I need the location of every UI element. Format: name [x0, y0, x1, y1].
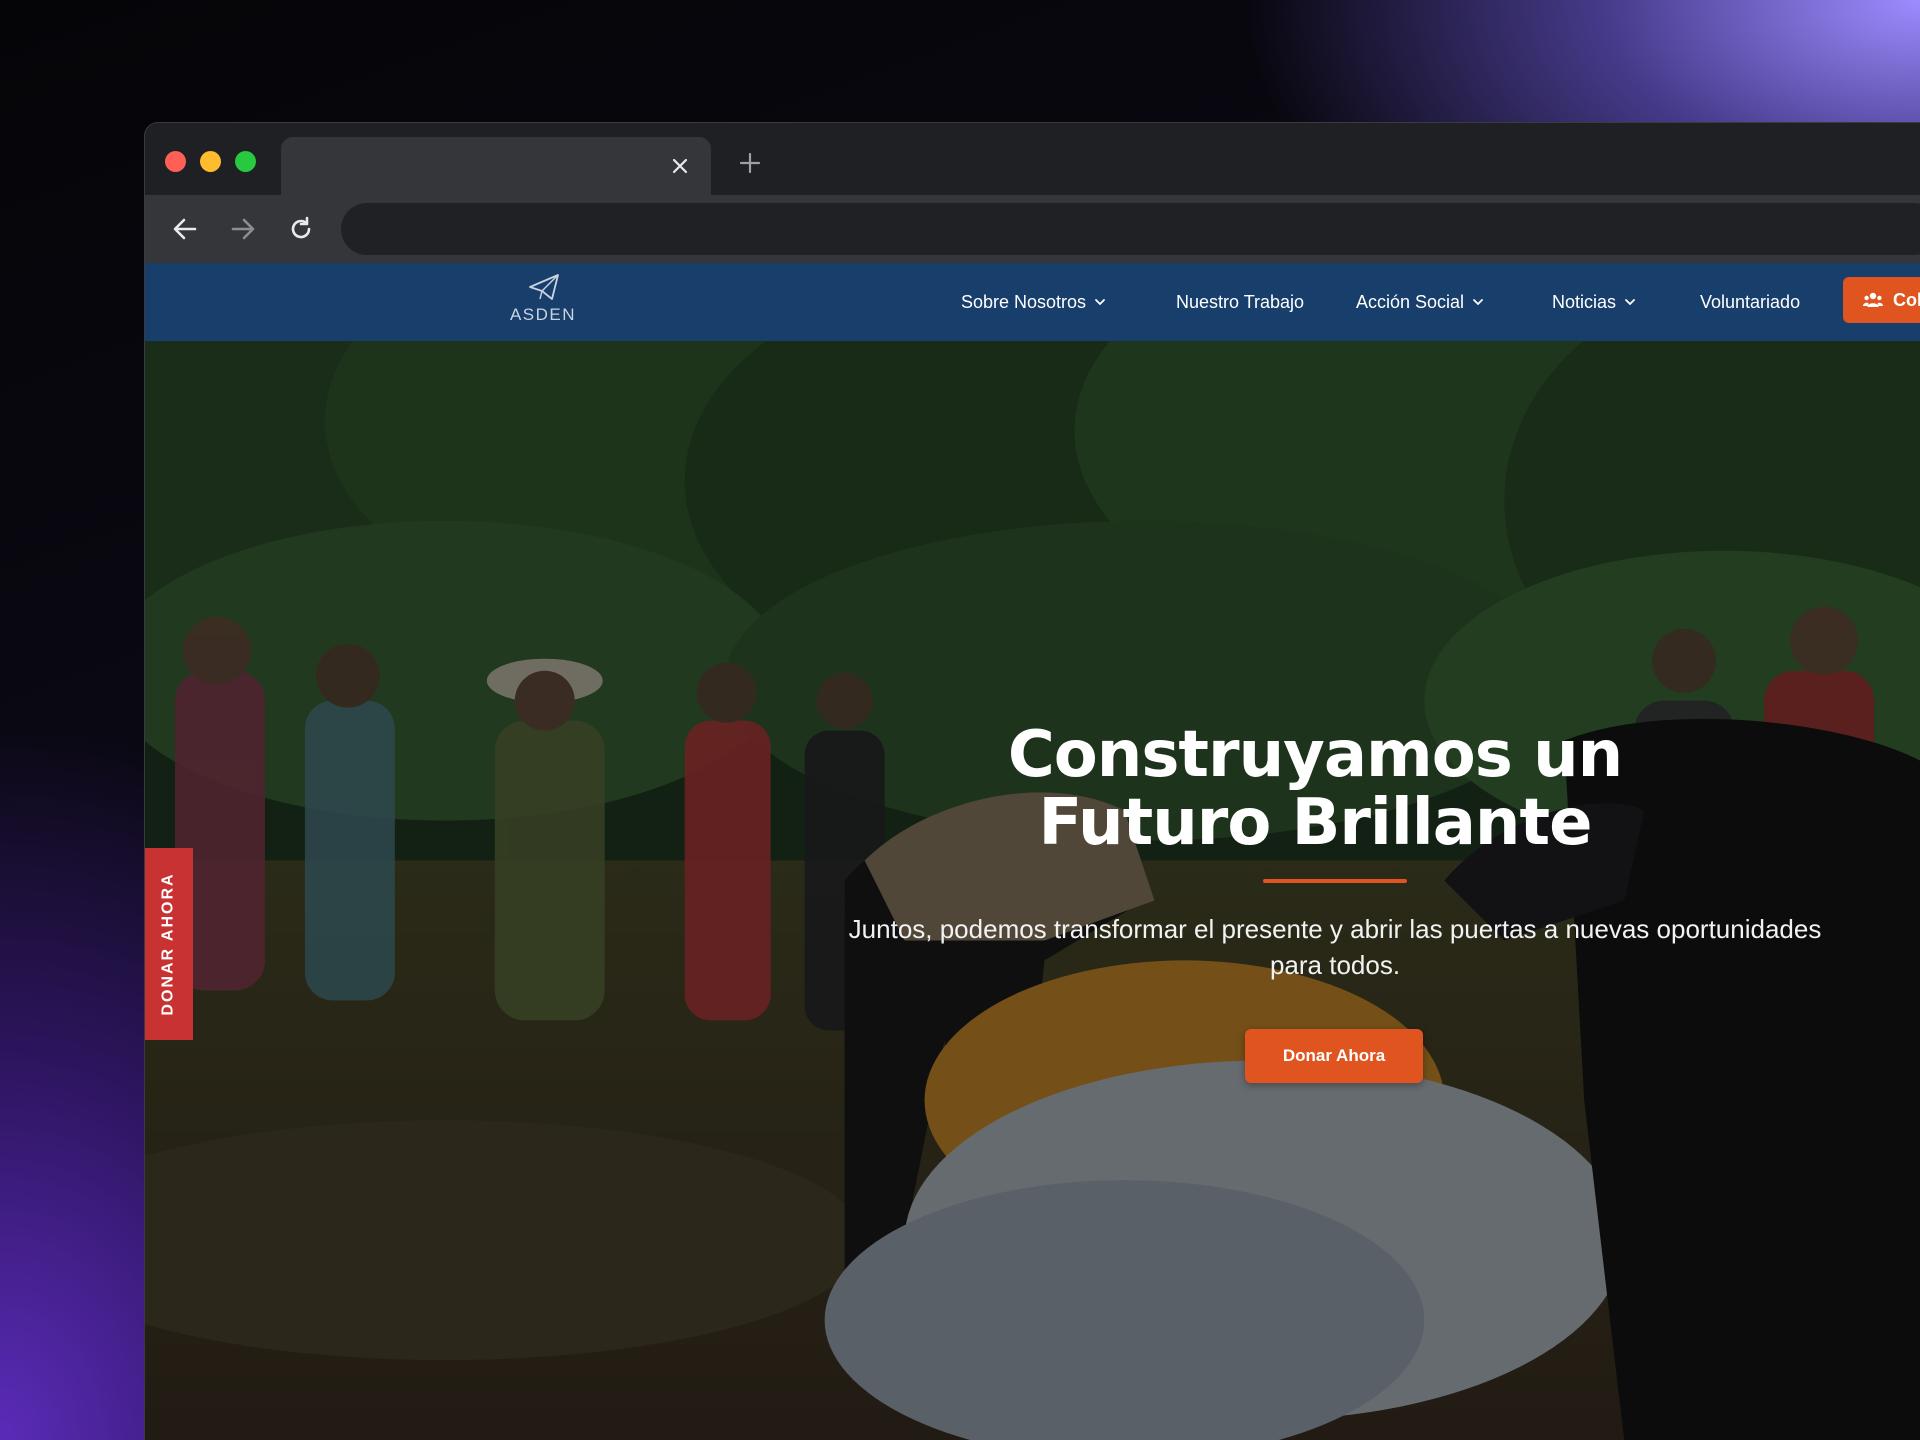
hero-divider [1263, 879, 1407, 883]
browser-window: ASDEN Sobre Nosotros Nuestro Trabajo Acc… [144, 122, 1920, 1440]
arrow-left-icon[interactable] [163, 207, 207, 251]
nav-item-nuestro-trabajo[interactable]: Nuestro Trabajo [1176, 289, 1304, 315]
site-header: ASDEN Sobre Nosotros Nuestro Trabajo Acc… [145, 263, 1920, 341]
nav-item-voluntariado[interactable]: Voluntariado [1700, 289, 1800, 315]
hero-subtitle: Juntos, podemos transformar el presente … [848, 914, 1822, 980]
nav-item-sobre-nosotros[interactable]: Sobre Nosotros [961, 289, 1106, 315]
nav-item-noticias[interactable]: Noticias [1552, 289, 1636, 315]
donate-now-button[interactable]: Donar Ahora [1245, 1029, 1423, 1083]
browser-tab[interactable] [281, 137, 711, 195]
hero-content: Construyamos un Futuro Brillante Juntos,… [145, 341, 1920, 1440]
side-donate-tab[interactable]: DONAR AHORA [145, 848, 193, 1040]
chevron-down-icon [1094, 296, 1106, 308]
page-viewport: ASDEN Sobre Nosotros Nuestro Trabajo Acc… [145, 263, 1920, 1440]
hero-section: Construyamos un Futuro Brillante Juntos,… [145, 341, 1920, 1440]
close-window-button[interactable] [165, 151, 186, 172]
side-donate-label: DONAR AHORA [160, 872, 177, 1016]
plus-icon[interactable] [730, 143, 770, 183]
close-icon[interactable] [663, 149, 697, 183]
main-nav: Sobre Nosotros Nuestro Trabajo Acción So… [145, 263, 1920, 341]
tab-strip [145, 123, 1920, 195]
reload-icon[interactable] [279, 207, 323, 251]
nav-item-accion-social[interactable]: Acción Social [1356, 289, 1484, 315]
chevron-down-icon [1624, 296, 1636, 308]
chevron-down-icon [1472, 296, 1484, 308]
nav-item-label: Acción Social [1356, 291, 1465, 312]
hero-title: Construyamos un Futuro Brillante [1007, 718, 1623, 860]
nav-item-label: Noticias [1552, 291, 1617, 312]
minimize-window-button[interactable] [200, 151, 221, 172]
window-controls [165, 151, 256, 172]
users-icon [1863, 292, 1883, 307]
zoom-window-button[interactable] [235, 151, 256, 172]
nav-item-label: Nuestro Trabajo [1176, 291, 1305, 312]
browser-toolbar [145, 195, 1920, 263]
nav-item-label: Sobre Nosotros [961, 291, 1087, 312]
collaborate-label: Col [1893, 289, 1920, 310]
address-bar[interactable] [341, 203, 1920, 255]
arrow-right-icon[interactable] [221, 207, 265, 251]
collaborate-button[interactable]: Col [1843, 277, 1920, 323]
nav-item-label: Voluntariado [1700, 291, 1801, 312]
